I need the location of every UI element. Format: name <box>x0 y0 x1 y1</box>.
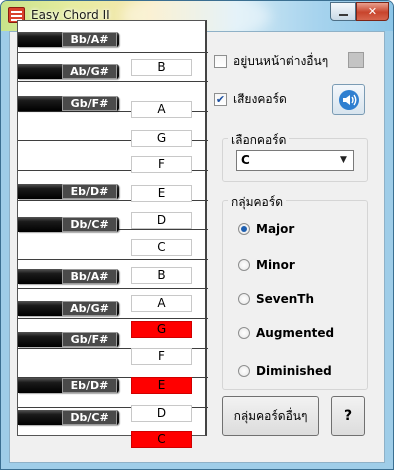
chevron-down-icon[interactable]: ▼ <box>336 153 351 168</box>
white-key-a[interactable]: A <box>131 101 192 118</box>
radio-label: SevenTh <box>256 292 315 306</box>
chord-select-title: เลือกคอร์ด <box>228 131 290 150</box>
black-key[interactable]: Db/C# <box>18 217 119 232</box>
always-on-top-label: อยู่บนหน้าต่างอื่นๆ <box>233 54 329 68</box>
black-key[interactable]: Ab/G# <box>18 301 119 316</box>
black-key-label: Bb/A# <box>62 269 117 284</box>
black-key-label: Gb/F# <box>62 332 117 347</box>
other-chord-groups-button[interactable]: กลุ่มคอร์ดอื่นๆ <box>222 396 319 436</box>
speaker-icon <box>338 89 359 110</box>
white-key-f[interactable]: F <box>131 348 192 365</box>
radio-button[interactable] <box>238 259 250 271</box>
white-key-b[interactable]: B <box>131 267 192 284</box>
black-key[interactable]: Bb/A# <box>18 269 119 284</box>
white-key-e[interactable]: E <box>131 377 192 394</box>
chord-dropdown-value: C <box>241 153 250 167</box>
black-key[interactable]: Bb/A# <box>18 32 119 47</box>
radio-button[interactable] <box>238 327 250 339</box>
white-key-divider <box>18 81 208 82</box>
white-key-b[interactable]: B <box>131 59 192 76</box>
black-key[interactable]: Eb/D# <box>18 184 119 199</box>
white-key-divider <box>18 288 208 289</box>
play-sound-button[interactable] <box>332 84 365 115</box>
radio-label: Diminished <box>256 364 332 378</box>
white-key-e[interactable]: E <box>131 185 192 202</box>
white-key-divider <box>18 52 208 53</box>
black-key-label: Eb/D# <box>62 378 117 393</box>
help-button[interactable]: ? <box>331 396 365 436</box>
chord-type-seventh[interactable]: SevenTh <box>238 292 314 306</box>
chord-type-diminished[interactable]: Diminished <box>238 364 332 378</box>
chord-sound-checkbox[interactable]: ✔ <box>214 93 227 106</box>
black-key[interactable]: Db/C# <box>18 410 119 425</box>
chord-type-major[interactable]: Major <box>238 222 294 236</box>
chord-sound-option[interactable]: ✔ เสียงคอร์ด <box>214 90 287 109</box>
white-key-a[interactable]: A <box>131 295 192 312</box>
white-key-divider <box>18 318 208 319</box>
black-key[interactable]: Eb/D# <box>18 378 119 393</box>
black-key[interactable]: Ab/G# <box>18 64 119 79</box>
close-button[interactable]: ✕ <box>356 2 389 21</box>
white-key-d[interactable]: D <box>131 405 192 422</box>
white-key-divider <box>18 259 208 260</box>
white-key-f[interactable]: F <box>131 156 192 173</box>
radio-button[interactable] <box>238 293 250 305</box>
color-swatch[interactable] <box>348 52 364 68</box>
radio-label: Major <box>256 222 295 236</box>
chord-sound-label: เสียงคอร์ด <box>233 92 287 106</box>
white-key-d[interactable]: D <box>131 212 192 229</box>
radio-button[interactable] <box>238 223 250 235</box>
radio-button[interactable] <box>238 365 250 377</box>
white-key-c[interactable]: C <box>131 239 192 256</box>
minimize-button[interactable] <box>330 2 356 21</box>
radio-label: Augmented <box>256 326 335 340</box>
piano-keyboard[interactable]: B A G F E D C B A G F E D C Bb/A# Ab/G# Gb/F# Eb/D# Db/C# B… <box>17 20 208 448</box>
black-key-label: Db/C# <box>62 217 117 232</box>
chord-group-title: กลุ่มคอร์ด <box>228 193 287 212</box>
black-key-label: Ab/G# <box>62 64 117 79</box>
radio-label: Minor <box>256 258 295 272</box>
black-key-label: Bb/A# <box>62 32 117 47</box>
always-on-top-option[interactable]: อยู่บนหน้าต่างอื่นๆ <box>214 52 328 71</box>
white-key-g[interactable]: G <box>131 321 192 338</box>
black-key-label: Eb/D# <box>62 184 117 199</box>
black-key[interactable]: Gb/F# <box>18 332 119 347</box>
black-key-label: Ab/G# <box>62 301 117 316</box>
always-on-top-checkbox[interactable] <box>214 55 227 68</box>
white-key-g[interactable]: G <box>131 130 192 147</box>
chord-type-augmented[interactable]: Augmented <box>238 326 334 340</box>
chord-type-minor[interactable]: Minor <box>238 258 295 272</box>
black-key[interactable]: Gb/F# <box>18 96 119 111</box>
chord-dropdown[interactable]: C ▼ <box>236 150 354 171</box>
white-key-c[interactable]: C <box>131 431 192 448</box>
black-key-label: Gb/F# <box>62 96 117 111</box>
black-key-label: Db/C# <box>62 410 117 425</box>
